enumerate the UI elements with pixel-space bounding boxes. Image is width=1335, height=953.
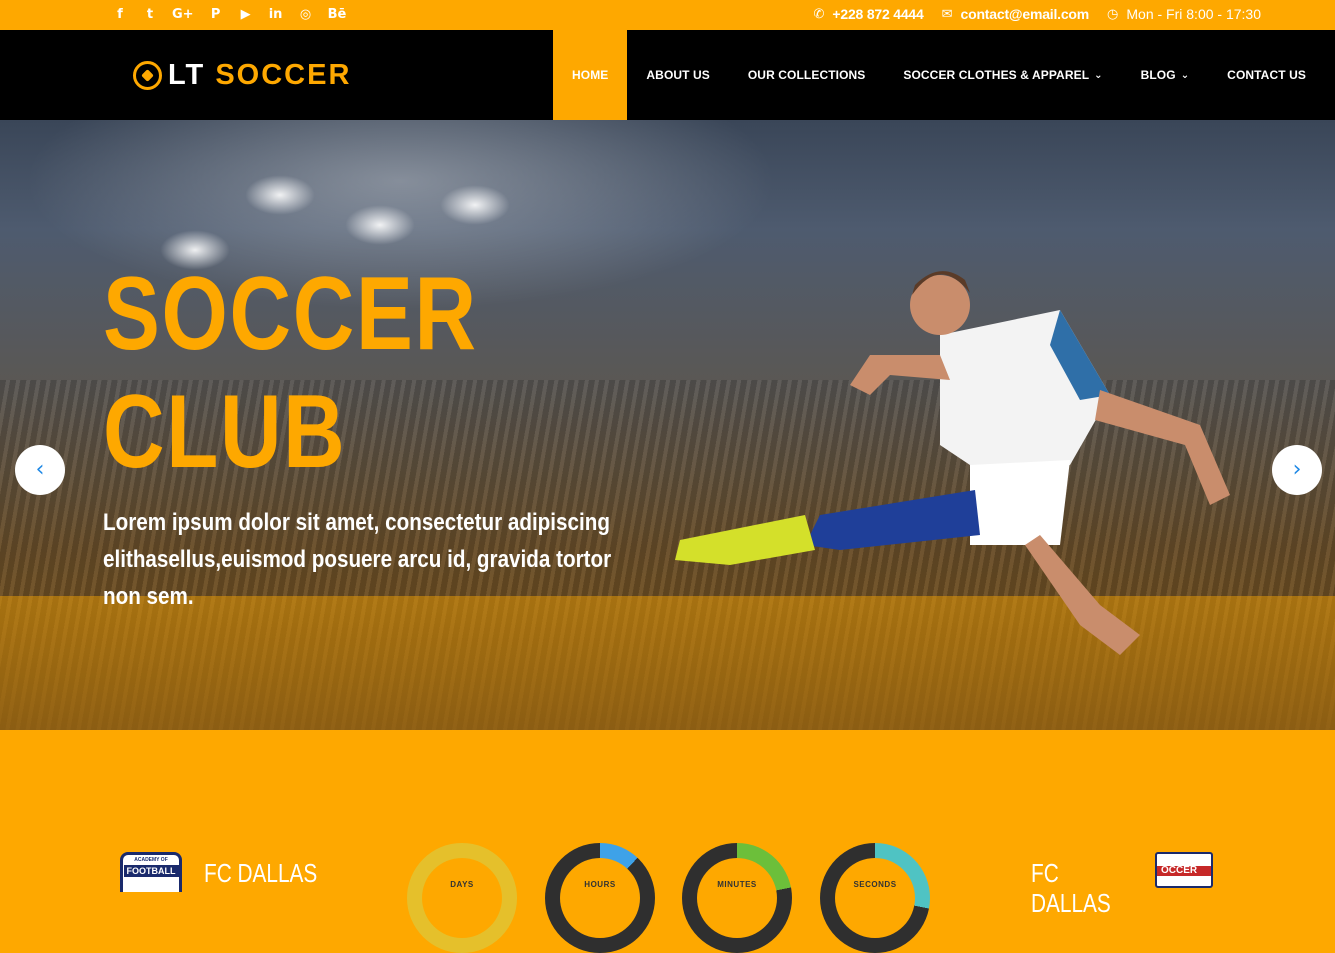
google-plus-icon[interactable]: G+ xyxy=(172,6,194,24)
envelope-icon: ✉ xyxy=(941,6,953,22)
floodlight xyxy=(245,175,315,215)
logo-accent: SOCCER xyxy=(215,59,352,91)
academy-football-badge: ACADEMY OF FOOTBALL xyxy=(120,852,182,892)
pinterest-icon[interactable]: P xyxy=(208,6,224,24)
team-right: FC DALLAS OCCER xyxy=(1031,852,1213,918)
hero-slider: SOCCER CLUB Lorem ipsum dolor sit amet, … xyxy=(0,120,1335,730)
twitter-icon[interactable]: t xyxy=(142,6,158,24)
chevron-right-icon: › xyxy=(1292,457,1302,482)
hero-description: Lorem ipsum dolor sit amet, consectetur … xyxy=(103,509,612,610)
team-left-name: FC DALLAS xyxy=(204,858,318,888)
nav-home-label: HOME xyxy=(572,68,609,82)
social-links: f t G+ P ▶ in ◎ Bē xyxy=(112,6,346,24)
phone-number[interactable]: +228 872 4444 xyxy=(832,6,923,22)
email-item[interactable]: ✉ contact@email.com xyxy=(941,6,1090,22)
countdown-minutes: MINUTES xyxy=(682,843,792,953)
soccer-ball-icon xyxy=(133,61,162,90)
hero-title: SOCCER CLUB xyxy=(103,255,478,491)
nav-soccer-clothes[interactable]: SOCCER CLOTHES & APPAREL ⌄ xyxy=(884,30,1121,120)
match-countdown-section: ACADEMY OF FOOTBALL FC DALLAS DAYS HOURS… xyxy=(0,730,1335,953)
main-header: LT SOCCER HOME ABOUT US OUR COLLECTIONS … xyxy=(0,30,1335,120)
countdown-seconds-inner: SECONDS xyxy=(835,858,915,938)
dribbble-icon[interactable]: ◎ xyxy=(298,6,314,24)
chevron-left-icon: ‹ xyxy=(35,457,45,482)
countdown-hours-inner: HOURS xyxy=(560,858,640,938)
countdown-seconds: SECONDS xyxy=(820,843,930,953)
hours-item: ◷ Mon - Fri 8:00 - 17:30 xyxy=(1107,6,1261,22)
countdown-minutes-inner: MINUTES xyxy=(697,858,777,938)
contact-info: ✆ +228 872 4444 ✉ contact@email.com ◷ Mo… xyxy=(803,6,1261,22)
nav-blog-label: BLOG xyxy=(1140,68,1176,82)
nav-our-collections[interactable]: OUR COLLECTIONS xyxy=(729,30,885,120)
countdown-days: DAYS xyxy=(407,843,517,953)
badge-right-text: OCCER xyxy=(1161,865,1198,876)
behance-icon[interactable]: Bē xyxy=(328,6,347,24)
site-logo[interactable]: LT SOCCER xyxy=(133,61,351,90)
opening-hours: Mon - Fri 8:00 - 17:30 xyxy=(1126,6,1261,22)
youtube-icon[interactable]: ▶ xyxy=(238,6,254,24)
nav-contact-us[interactable]: CONTACT US xyxy=(1208,30,1325,120)
floodlight xyxy=(345,205,415,245)
countdown-days-inner: DAYS xyxy=(422,858,502,938)
youth-soccer-badge: OCCER xyxy=(1155,852,1213,888)
slider-next-button[interactable]: › xyxy=(1272,445,1322,495)
chevron-down-icon: ⌄ xyxy=(1180,69,1190,81)
nav-blog[interactable]: BLOG ⌄ xyxy=(1122,30,1209,120)
logo-text: LT SOCCER xyxy=(168,61,351,90)
top-bar: f t G+ P ▶ in ◎ Bē ✆ +228 872 4444 ✉ con… xyxy=(0,0,1335,30)
team-left: ACADEMY OF FOOTBALL FC DALLAS xyxy=(120,852,346,892)
countdown-hours: HOURS xyxy=(545,843,655,953)
nav-about-us-label: ABOUT US xyxy=(646,68,710,82)
badge-left-main-text: FOOTBALL xyxy=(123,865,179,877)
logo-main: LT xyxy=(168,59,206,91)
phone-icon: ✆ xyxy=(813,6,825,22)
slider-prev-button[interactable]: ‹ xyxy=(15,445,65,495)
hero-title-line1: SOCCER xyxy=(103,256,478,372)
nav-home[interactable]: HOME xyxy=(553,30,628,120)
facebook-icon[interactable]: f xyxy=(112,6,128,24)
soccer-player-image xyxy=(675,271,1230,655)
main-nav: HOME ABOUT US OUR COLLECTIONS SOCCER CLO… xyxy=(553,30,1325,120)
phone-item[interactable]: ✆ +228 872 4444 xyxy=(813,6,923,22)
hero-title-line2: CLUB xyxy=(103,374,347,490)
chevron-down-icon: ⌄ xyxy=(1094,69,1103,81)
badge-left-top-text: ACADEMY OF xyxy=(134,857,168,863)
floodlight xyxy=(440,185,510,225)
email-address[interactable]: contact@email.com xyxy=(961,6,1090,22)
clock-icon: ◷ xyxy=(1107,6,1119,22)
nav-soccer-clothes-label: SOCCER CLOTHES & APPAREL xyxy=(903,68,1090,82)
nav-our-collections-label: OUR COLLECTIONS xyxy=(747,68,866,82)
team-right-name: FC DALLAS xyxy=(1031,858,1111,918)
nav-about-us[interactable]: ABOUT US xyxy=(627,30,728,120)
nav-contact-us-label: CONTACT US xyxy=(1227,68,1306,82)
linkedin-icon[interactable]: in xyxy=(268,6,284,24)
